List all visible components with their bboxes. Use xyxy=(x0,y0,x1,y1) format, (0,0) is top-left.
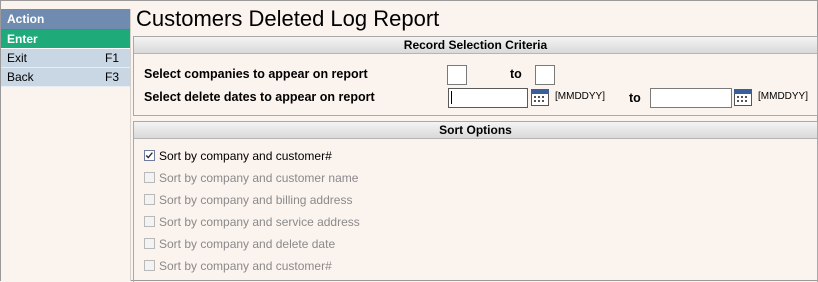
sidebar-item-label: Enter xyxy=(7,32,38,46)
checkbox[interactable] xyxy=(144,260,155,271)
action-sidebar: Action Enter Exit F1 Back F3 xyxy=(1,9,131,281)
option-label: Sort by company and delete date xyxy=(159,237,336,251)
sidebar-item-back[interactable]: Back F3 xyxy=(1,68,130,87)
selection-criteria-panel: Record Selection Criteria Select compani… xyxy=(133,36,818,116)
text-caret xyxy=(451,91,452,104)
panel-heading: Sort Options xyxy=(134,122,817,139)
date-format-hint: [MMDDYY] xyxy=(758,91,808,102)
sidebar-header: Action xyxy=(1,9,130,30)
date-from-input[interactable] xyxy=(448,88,528,108)
companies-label: Select companies to appear on report xyxy=(144,67,368,81)
shortcut-key: F1 xyxy=(105,51,120,65)
checkbox[interactable] xyxy=(144,172,155,183)
option-label: Sort by company and customer name xyxy=(159,171,359,185)
checkbox[interactable] xyxy=(144,238,155,249)
option-label: Sort by company and service address xyxy=(159,215,360,229)
date-to-input[interactable] xyxy=(650,88,732,108)
option-label: Sort by company and customer# xyxy=(159,259,332,273)
page-title: Customers Deleted Log Report xyxy=(136,6,440,31)
panel-heading: Record Selection Criteria xyxy=(134,37,817,54)
sidebar-item-label: Back xyxy=(7,70,34,84)
companies-to-label: to xyxy=(510,67,522,81)
check-icon xyxy=(145,152,153,159)
company-to-input[interactable] xyxy=(535,65,555,85)
checkbox[interactable] xyxy=(144,150,155,161)
option-label: Sort by company and billing address xyxy=(159,193,353,207)
shortcut-key: F3 xyxy=(105,70,120,84)
sidebar-item-label: Exit xyxy=(7,51,28,65)
company-from-input[interactable] xyxy=(447,65,467,85)
checkbox[interactable] xyxy=(144,194,155,205)
sidebar-item-enter[interactable]: Enter xyxy=(1,30,130,49)
sort-options-panel: Sort Options Sort by company and custome… xyxy=(133,121,818,282)
dates-to-label: to xyxy=(629,91,641,105)
option-label: Sort by company and customer# xyxy=(159,149,332,163)
calendar-icon[interactable] xyxy=(531,88,549,106)
calendar-icon[interactable] xyxy=(734,88,752,106)
date-format-hint: [MMDDYY] xyxy=(555,91,605,102)
checkbox[interactable] xyxy=(144,216,155,227)
dates-label: Select delete dates to appear on report xyxy=(144,90,375,104)
sidebar-item-exit[interactable]: Exit F1 xyxy=(1,49,130,68)
